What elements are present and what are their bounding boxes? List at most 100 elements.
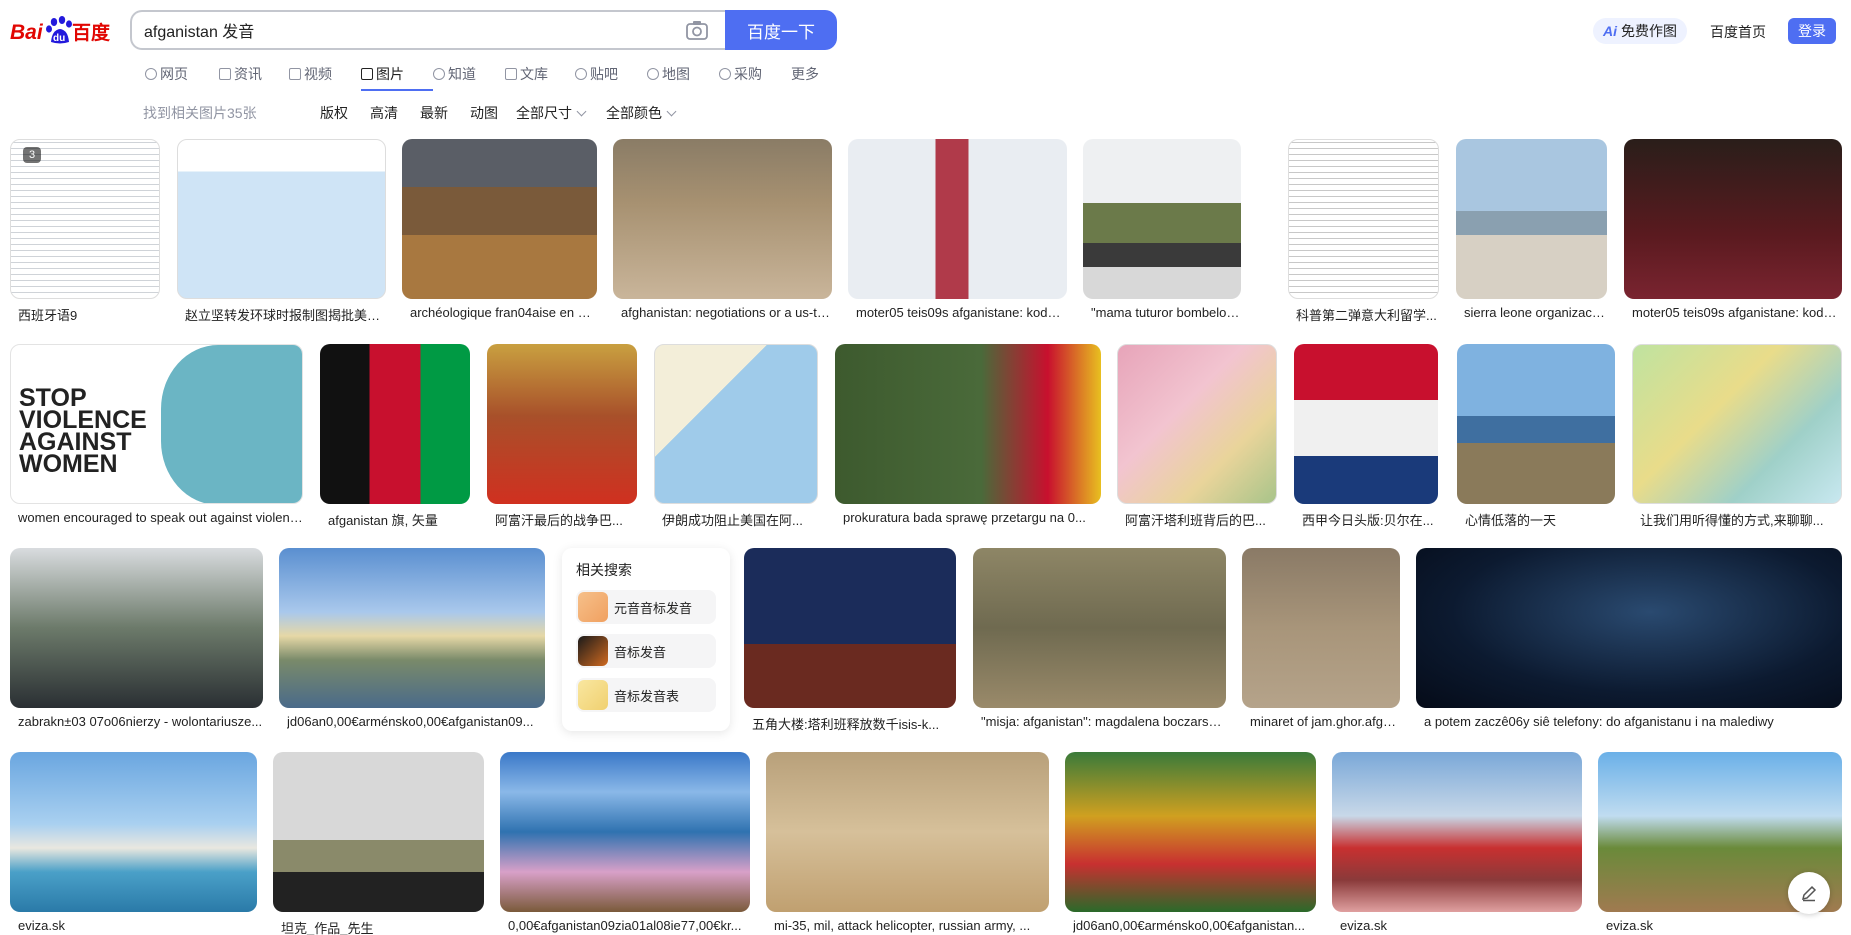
image-caption[interactable]: minaret of jam.ghor.afghan... [1250,714,1400,729]
image-caption[interactable]: 伊朗成功阻止美国在阿... [662,510,818,529]
image-thumbnail[interactable] [1288,139,1439,299]
image-caption[interactable]: moter05 teis09s afganistane: kodėl... [1632,305,1842,320]
search-tabs: 网页 资讯 视频 图片 知道 文库 贴吧 地图 采购 更多 [145,63,831,91]
tab-tieba[interactable]: 贴吧 [575,63,647,85]
ai-draw-label: 免费作图 [1621,23,1677,39]
image-thumbnail[interactable] [1294,344,1438,504]
tab-shop[interactable]: 采购 [719,63,791,85]
image-caption[interactable]: 让我们用听得懂的方式,来聊聊... [1640,510,1842,529]
image-caption[interactable]: 五角大楼:塔利班释放数千isis-k... [752,714,956,733]
image-caption[interactable]: 心情低落的一天 [1465,510,1615,529]
filter-hd[interactable]: 高清 [370,103,398,123]
tab-wenku[interactable]: 文库 [505,63,575,85]
image-caption[interactable]: a potem zaczê06y siê telefony: do afgani… [1424,714,1842,729]
image-thumbnail[interactable] [10,548,263,708]
tab-zhidao[interactable]: 知道 [433,63,505,85]
image-thumbnail[interactable] [279,548,545,708]
tab-image[interactable]: 图片 [361,63,433,91]
filter-copyright[interactable]: 版权 [320,103,348,123]
image-thumbnail[interactable] [654,344,818,504]
related-thumbnail [578,636,608,666]
filter-latest[interactable]: 最新 [420,103,448,123]
image-thumbnail[interactable] [1332,752,1582,912]
image-caption[interactable]: "mama tuturor bombelor", lansata... [1091,305,1241,320]
image-thumbnail[interactable]: STOP VIOLENCE AGAINST WOMEN [10,344,303,504]
image-thumbnail[interactable] [1457,344,1615,504]
image-thumbnail[interactable] [500,752,750,912]
image-caption[interactable]: archéologique fran04aise en afghan... [410,305,596,320]
image-caption[interactable]: "misja: afganistan": magdalena boczarska… [981,714,1226,729]
image-thumbnail[interactable] [273,752,484,912]
related-search-item[interactable]: 音标发音表 [576,678,716,712]
doc-icon [505,68,517,80]
logo-paw-text: du [53,33,65,44]
image-caption[interactable]: eviza.sk [1606,918,1842,933]
image-thumbnail[interactable] [613,139,832,299]
image-thumbnail[interactable] [1117,344,1277,504]
edit-feedback-button[interactable] [1788,872,1830,914]
tab-label: 知道 [448,66,476,82]
image-caption[interactable]: mi-35, mil, attack helicopter, russian a… [774,918,1049,933]
tab-more[interactable]: 更多 [791,63,831,85]
image-thumbnail[interactable] [402,139,597,299]
image-caption[interactable]: eviza.sk [1340,918,1582,933]
image-caption[interactable]: 阿富汗塔利班背后的巴... [1125,510,1277,529]
image-caption[interactable]: jd06an0,00€arménsko0,00€afganistan... [1073,918,1316,933]
filter-color[interactable]: 全部颜色 [606,103,677,123]
image-caption[interactable]: 0,00€afganistan09zia01al08ie77,00€kr... [508,918,750,933]
image-thumbnail[interactable] [10,752,257,912]
search-button[interactable]: 百度一下 [725,10,837,50]
image-caption[interactable]: prokuratura bada sprawę przetargu na 0..… [843,510,1101,525]
image-thumbnail[interactable] [848,139,1067,299]
image-thumbnail[interactable] [835,344,1101,504]
image-caption[interactable]: zabrakn±03 07o06nierzy - wolontariusze..… [18,714,263,729]
image-thumbnail[interactable] [1083,139,1241,299]
image-icon [361,68,373,80]
image-caption[interactable]: afganistan 旗, 矢量 [328,510,470,529]
search-input[interactable] [144,12,664,48]
image-caption[interactable]: eviza.sk [18,918,257,933]
image-thumbnail[interactable] [1242,548,1400,708]
image-caption[interactable]: 西班牙语9 [18,305,160,324]
camera-icon[interactable] [685,19,709,41]
tab-news[interactable]: 资讯 [219,63,289,85]
image-thumbnail[interactable] [1416,548,1842,708]
image-thumbnail[interactable] [766,752,1049,912]
image-caption[interactable]: 赵立坚转发环球时报制图揭批美军... [185,305,385,324]
image-caption[interactable]: jd06an0,00€arménsko0,00€afganistan09... [287,714,545,729]
tab-video[interactable]: 视频 [289,63,361,85]
related-search-label: 音标发音表 [614,688,680,704]
related-search-item[interactable]: 元音音标发音 [576,590,716,624]
image-thumbnail[interactable] [487,344,637,504]
search-icon [145,68,157,80]
tab-label: 文库 [520,66,548,82]
image-caption[interactable]: women encouraged to speak out against vi… [18,510,303,525]
image-thumbnail[interactable] [320,344,470,504]
image-thumbnail[interactable] [973,548,1226,708]
related-thumbnail [578,592,608,622]
filter-size[interactable]: 全部尺寸 [516,103,587,123]
image-thumbnail[interactable] [177,139,386,299]
image-thumbnail[interactable] [1624,139,1842,299]
image-caption[interactable]: 阿富汗最后的战争巴... [495,510,637,529]
image-caption[interactable]: 西甲今日头版:贝尔在... [1302,510,1438,529]
image-caption[interactable]: 科普第二弹意大利留学... [1296,305,1439,324]
image-thumbnail[interactable] [1632,344,1842,504]
tab-web[interactable]: 网页 [145,63,219,85]
tab-map[interactable]: 地图 [647,63,719,85]
ai-draw-button[interactable]: Ai 免费作图 [1593,18,1687,44]
image-thumbnail[interactable] [744,548,956,708]
filter-animated[interactable]: 动图 [470,103,498,123]
login-button[interactable]: 登录 [1788,18,1836,44]
image-caption[interactable]: 坦克_作品_先生 [281,918,484,935]
image-caption[interactable]: moter05 teis09s afganistane: kodėl... [856,305,1066,320]
image-thumbnail[interactable] [1065,752,1316,912]
image-caption[interactable]: sierra leone organizace spo... [1464,305,1607,320]
video-icon [289,68,301,80]
image-thumbnail[interactable] [1456,139,1607,299]
image-thumbnail[interactable] [10,139,160,299]
image-caption[interactable]: afghanistan: negotiations or a us-ta... [621,305,831,320]
related-search-item[interactable]: 音标发音 [576,634,716,668]
baidu-home-link[interactable]: 百度首页 [1710,22,1766,42]
baidu-logo[interactable]: Bai du 百度 [10,12,116,48]
